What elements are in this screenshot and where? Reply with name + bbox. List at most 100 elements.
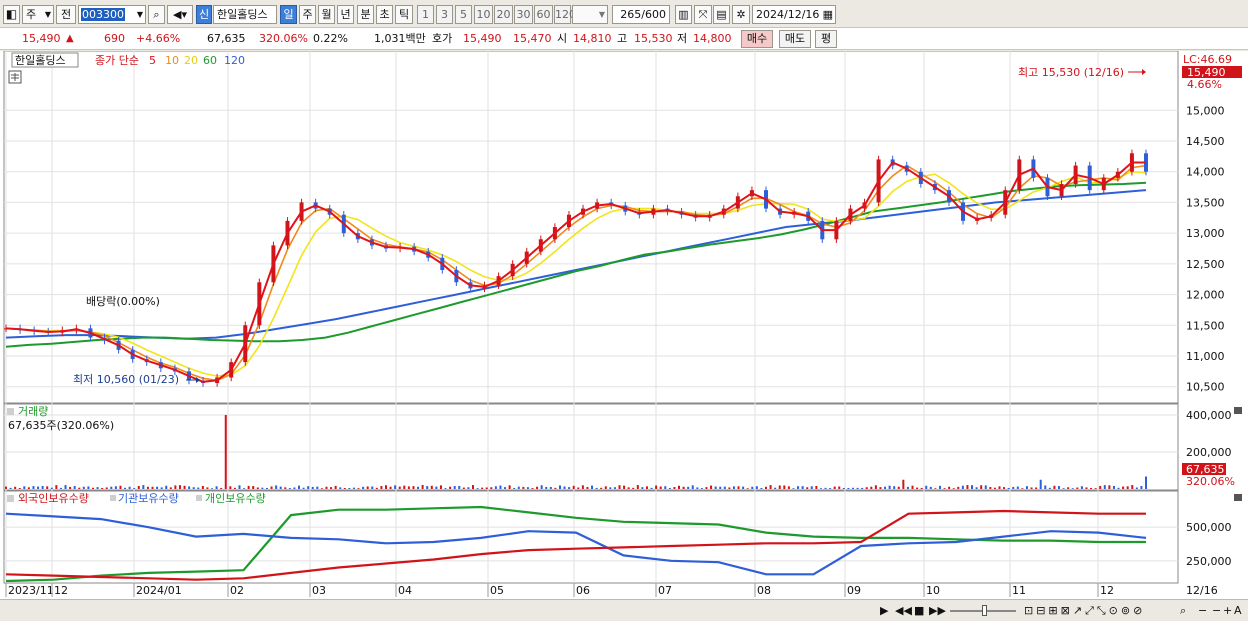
- volume-bar: [14, 486, 17, 489]
- period-type-label: 주: [26, 8, 37, 21]
- candle-type-icon[interactable]: ▥: [675, 5, 692, 24]
- volume-bar: [792, 488, 795, 489]
- zoom-reset-icon[interactable]: −: [1212, 604, 1221, 617]
- price-tick-label: 14,500: [1186, 135, 1225, 148]
- volume-bar: [769, 485, 772, 489]
- window-icon[interactable]: ◧: [3, 5, 20, 24]
- count-field[interactable]: 265/600: [612, 5, 670, 24]
- volume-bar: [1035, 487, 1038, 489]
- minute-step-20[interactable]: 20: [494, 5, 513, 24]
- minute-step-10[interactable]: 10: [474, 5, 493, 24]
- volume-bar: [627, 487, 630, 489]
- volume-bar: [32, 486, 35, 489]
- volume-bar: [732, 486, 735, 489]
- buy-button[interactable]: 매수: [741, 30, 773, 48]
- volume-bar: [696, 487, 699, 489]
- x-label: 09: [847, 584, 861, 597]
- minute-step-60[interactable]: 60: [534, 5, 553, 24]
- scroll-last-button[interactable]: ▶▶: [929, 604, 946, 617]
- volume-bar: [82, 486, 85, 489]
- volume-bar: [591, 485, 594, 489]
- volume-bar: [371, 486, 374, 489]
- volume-bar: [948, 486, 951, 489]
- interval-second[interactable]: 초: [376, 5, 393, 24]
- volume-bar: [357, 488, 360, 489]
- volume-bar: [1039, 479, 1042, 489]
- stop-button[interactable]: ■: [914, 604, 924, 617]
- volume-axis: 400,000 200,000: [1186, 409, 1232, 459]
- prev-button[interactable]: 전: [56, 5, 76, 24]
- scroll-right-button[interactable]: ▶: [880, 604, 888, 617]
- chart-area[interactable]: 한일홀딩스 종가 단순 5 10 20 60 120 LC:46.69 15,4…: [0, 51, 1248, 621]
- zoom-slider-handle[interactable]: [982, 605, 987, 616]
- scroll-first-button[interactable]: ◀◀: [895, 604, 912, 617]
- interval-year[interactable]: 년: [337, 5, 354, 24]
- price-panel: [3, 51, 1179, 404]
- gear-icon[interactable]: ✲: [732, 5, 750, 24]
- zoom-in-icon[interactable]: +: [1223, 604, 1232, 617]
- minute-step-1[interactable]: 1: [417, 5, 434, 24]
- volume-bar: [252, 486, 255, 489]
- crosshair-icon[interactable]: ⤧: [694, 5, 712, 24]
- volume-bar: [765, 486, 767, 489]
- sell-button[interactable]: 매도: [779, 30, 811, 48]
- new-badge[interactable]: 신: [196, 5, 212, 24]
- volume-bar: [64, 485, 67, 489]
- minute-step-120[interactable]: 120: [554, 5, 576, 24]
- chart-canvas[interactable]: 한일홀딩스 종가 단순 5 10 20 60 120 LC:46.69 15,4…: [0, 51, 1248, 599]
- x-label: 12: [54, 584, 68, 597]
- interval-week[interactable]: 주: [299, 5, 316, 24]
- holding-panel-close-icon[interactable]: [1234, 494, 1242, 501]
- stock-name-field: 한일홀딩스: [213, 5, 277, 24]
- stock-code-input[interactable]: 003300 ▼: [78, 5, 146, 24]
- speaker-icon[interactable]: ◀▾: [167, 5, 193, 24]
- custom-step-select[interactable]: ▼: [572, 5, 608, 24]
- zoom-out-icon[interactable]: −: [1198, 604, 1207, 617]
- zoom-search-icon[interactable]: ⌕: [1180, 604, 1186, 618]
- volume-bar: [774, 487, 777, 489]
- interval-day[interactable]: 일: [280, 5, 297, 24]
- volume-bar: [233, 487, 236, 489]
- minute-step-3[interactable]: 3: [436, 5, 453, 24]
- font-size-icon[interactable]: A: [1234, 604, 1242, 617]
- volume-bar: [1016, 486, 1019, 489]
- open-label: 시: [557, 32, 568, 45]
- volume-bar: [247, 485, 250, 489]
- high-price: 15,530: [634, 32, 673, 45]
- volume-bar: [494, 486, 497, 489]
- volume-bar: [929, 486, 932, 489]
- low-label: 저: [677, 32, 688, 45]
- volume-bar: [549, 486, 552, 489]
- minute-step-5[interactable]: 5: [455, 5, 472, 24]
- volume-bar: [1080, 486, 1083, 489]
- holding-legend-box: [7, 495, 14, 502]
- save-icon[interactable]: ▤: [713, 5, 730, 24]
- price-change-pct: +4.66%: [136, 32, 181, 45]
- price-tick-label: 14,000: [1186, 166, 1225, 179]
- volume-bar: [284, 487, 287, 489]
- interval-month[interactable]: 월: [318, 5, 335, 24]
- date-field[interactable]: 2024/12/16 ▦: [752, 5, 836, 24]
- volume-bar: [778, 485, 781, 489]
- chart-tool-icons[interactable]: ⊡⊟⊞⊠↗⤢⤡⊙⊚⊘: [1024, 604, 1145, 618]
- volume-bar: [174, 485, 177, 489]
- search-icon[interactable]: ⌕: [148, 5, 165, 24]
- interval-minute[interactable]: 분: [357, 5, 374, 24]
- interval-tick[interactable]: 틱: [395, 5, 413, 24]
- evaluate-button[interactable]: 평: [815, 30, 837, 48]
- minute-step-30[interactable]: 30: [514, 5, 533, 24]
- volume-bar: [211, 488, 214, 489]
- volume-panel-close-icon[interactable]: [1234, 407, 1242, 414]
- volume-bar: [316, 486, 319, 489]
- volume-bar: [458, 486, 461, 489]
- volume-bar: [641, 487, 644, 489]
- volume-bar: [261, 487, 264, 489]
- quote-bar: 15,490 ▲ 690 +4.66% 67,635 320.06% 0.22%…: [0, 28, 1248, 50]
- volume-bar: [485, 487, 488, 489]
- period-type-select[interactable]: 주 ▼: [22, 5, 54, 24]
- volume-bar: [801, 486, 804, 489]
- volume-bar: [604, 486, 607, 489]
- volume-bar: [352, 487, 355, 489]
- volume-bar: [1053, 485, 1056, 489]
- volume-bar: [183, 485, 186, 489]
